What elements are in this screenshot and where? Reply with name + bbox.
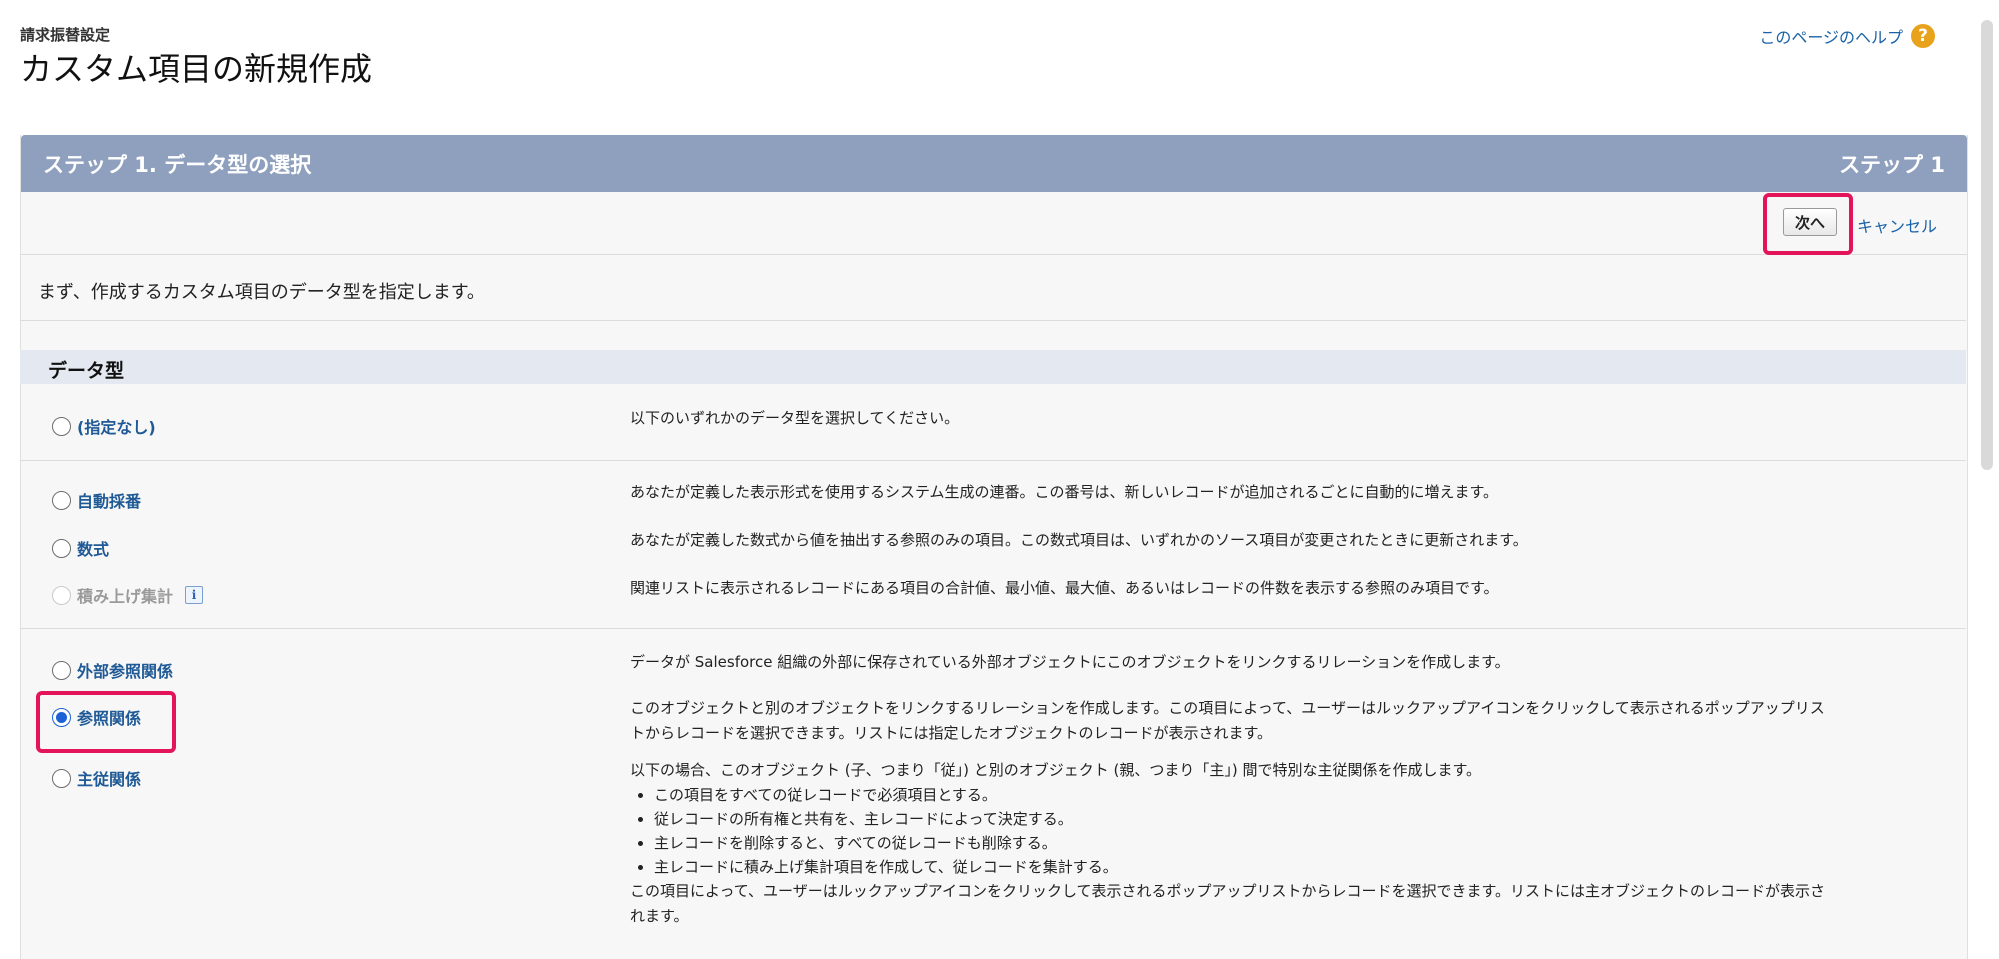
- list-item: この項目をすべての従レコードで必須項目とする。: [654, 783, 1930, 807]
- help-link-group[interactable]: このページのヘルプ ?: [1759, 24, 1935, 48]
- next-button[interactable]: 次へ: [1783, 208, 1837, 236]
- info-icon[interactable]: i: [185, 586, 204, 604]
- radio-rollup: [52, 585, 71, 605]
- option-lookup[interactable]: 参照関係: [52, 705, 141, 729]
- list-item: 主レコードに積み上げ集計項目を作成して、従レコードを集計する。: [654, 855, 1930, 879]
- help-icon[interactable]: ?: [1911, 24, 1935, 48]
- master-bullet-list: この項目をすべての従レコードで必須項目とする。 従レコードの所有権と共有を、主レ…: [630, 783, 1930, 879]
- scrollbar[interactable]: [1981, 20, 1993, 470]
- option-autonumber[interactable]: 自動採番: [52, 488, 141, 512]
- radio-none[interactable]: [52, 416, 71, 436]
- option-autonumber-desc: あなたが定義した表示形式を使用するシステム生成の連番。この番号は、新しいレコード…: [630, 483, 1499, 501]
- option-formula[interactable]: 数式: [52, 536, 109, 560]
- radio-autonumber[interactable]: [52, 490, 71, 510]
- option-formula-desc: あなたが定義した数式から値を抽出する参照のみの項目。この数式項目は、いずれかのソ…: [630, 531, 1528, 549]
- master-desc-intro: 以下の場合、このオブジェクト (子、つまり「従」) と別のオブジェクト (親、つ…: [630, 761, 1481, 779]
- radio-master-detail[interactable]: [52, 768, 71, 788]
- option-external-lookup-label[interactable]: 外部参照関係: [77, 658, 173, 682]
- panel-header: ステップ 1. データ型の選択 ステップ 1: [21, 135, 1967, 192]
- list-item: 従レコードの所有権と共有を、主レコードによって決定する。: [654, 807, 1930, 831]
- option-none-desc: 以下のいずれかのデータ型を選択してください。: [630, 409, 960, 427]
- divider: [20, 628, 1966, 629]
- step-label: ステップ 1: [1839, 152, 1945, 177]
- radio-external-lookup[interactable]: [52, 660, 71, 680]
- cancel-link[interactable]: キャンセル: [1857, 213, 1937, 237]
- option-lookup-desc: このオブジェクトと別のオブジェクトをリンクするリレーションを作成します。この項目…: [630, 696, 1930, 746]
- divider: [20, 460, 1966, 461]
- option-none[interactable]: (指定なし): [52, 414, 156, 438]
- intro-text: まず、作成するカスタム項目のデータ型を指定します。: [38, 282, 485, 303]
- section-bar: [20, 350, 1966, 384]
- option-external-lookup[interactable]: 外部参照関係: [52, 658, 173, 682]
- master-desc-outro-line2: れます。: [630, 907, 689, 925]
- breadcrumb: 請求振替設定: [20, 26, 111, 44]
- option-formula-label[interactable]: 数式: [77, 536, 109, 560]
- option-master-detail[interactable]: 主従関係: [52, 766, 141, 790]
- list-item: 主レコードを削除すると、すべての従レコードも削除する。: [654, 831, 1930, 855]
- option-autonumber-label[interactable]: 自動採番: [77, 488, 141, 512]
- option-rollup: 積み上げ集計 i: [52, 583, 204, 607]
- section-title: データ型: [48, 360, 125, 382]
- option-external-lookup-desc: データが Salesforce 組織の外部に保存されている外部オブジェクトにこの…: [630, 653, 1510, 671]
- radio-lookup[interactable]: [52, 707, 71, 727]
- master-desc-outro-line1: この項目によって、ユーザーはルックアップアイコンをクリックして表示されるポップア…: [630, 882, 1826, 900]
- option-rollup-label: 積み上げ集計: [77, 587, 174, 606]
- option-lookup-label[interactable]: 参照関係: [77, 705, 141, 729]
- help-link[interactable]: このページのヘルプ: [1759, 24, 1903, 48]
- divider: [20, 320, 1966, 321]
- page-title: カスタム項目の新規作成: [20, 50, 373, 88]
- option-lookup-desc-line1: このオブジェクトと別のオブジェクトをリンクするリレーションを作成します。この項目…: [630, 699, 1825, 717]
- option-master-detail-label[interactable]: 主従関係: [77, 766, 141, 790]
- option-lookup-desc-line2: トからレコードを選択できます。リストには指定したオブジェクトのレコードが表示され…: [630, 724, 1273, 742]
- option-master-detail-desc: 以下の場合、このオブジェクト (子、つまり「従」) と別のオブジェクト (親、つ…: [630, 758, 1930, 929]
- option-none-label[interactable]: (指定なし): [77, 414, 156, 438]
- option-rollup-desc: 関連リストに表示されるレコードにある項目の合計値、最小値、最大値、あるいはレコー…: [630, 579, 1499, 597]
- panel-title: ステップ 1. データ型の選択: [43, 152, 312, 177]
- radio-formula[interactable]: [52, 538, 71, 558]
- button-row: [21, 192, 1967, 255]
